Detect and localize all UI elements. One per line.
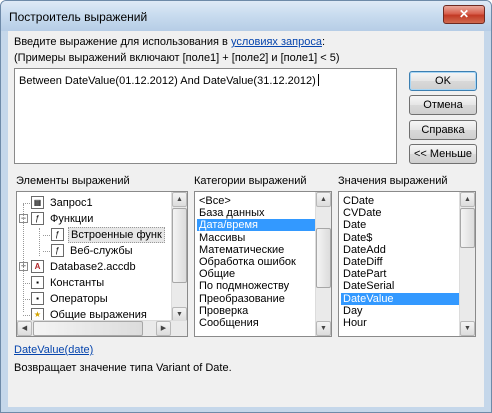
tree-item[interactable]: ▪ Константы bbox=[17, 275, 171, 291]
scroll-right-button[interactable]: ▶ bbox=[156, 321, 171, 336]
tree-connector bbox=[23, 203, 30, 204]
tree-item-label: Константы bbox=[50, 277, 105, 289]
categories-vscrollbar[interactable]: ▲ ▼ bbox=[315, 192, 331, 336]
tree-connector bbox=[23, 204, 24, 312]
scroll-down-button[interactable]: ▼ bbox=[460, 321, 475, 336]
functions-icon: ƒ bbox=[31, 212, 44, 225]
expression-text: Between DateValue(01.12.2012) And DateVa… bbox=[19, 75, 316, 87]
less-button[interactable]: << Меньше bbox=[409, 144, 477, 164]
scroll-thumb[interactable] bbox=[316, 228, 331, 288]
tree-item[interactable]: ƒ Встроенные функ bbox=[17, 227, 171, 243]
categories-list[interactable]: <Все> База данных Дата/время Массивы Математ… bbox=[194, 191, 332, 337]
dialog-client: Введите выражение для использования в ус… bbox=[8, 31, 484, 407]
value-item[interactable]: Day bbox=[341, 305, 459, 317]
tree-item[interactable]: − ƒ Функции bbox=[17, 211, 171, 227]
value-item[interactable]: DateValue bbox=[341, 292, 459, 305]
value-item[interactable]: DatePart bbox=[341, 268, 459, 280]
title-bar[interactable]: Построитель выражений ✕ bbox=[1, 1, 491, 31]
category-item[interactable]: Массивы bbox=[197, 232, 315, 244]
value-item[interactable]: DateSerial bbox=[341, 280, 459, 292]
instruction-line-2: (Примеры выражений включают [поле1] + [п… bbox=[14, 52, 340, 64]
value-item[interactable]: CDate bbox=[341, 195, 459, 207]
tree-item[interactable]: + A Database2.accdb bbox=[17, 259, 171, 275]
category-item[interactable]: Сообщения bbox=[197, 317, 315, 329]
elements-hscrollbar[interactable]: ◀ ▶ bbox=[17, 320, 187, 336]
tree-connector bbox=[23, 315, 30, 316]
instruction-prefix: Введите выражение для использования в bbox=[14, 36, 231, 48]
tree-item-label: Database2.accdb bbox=[50, 261, 136, 273]
help-button[interactable]: Справка bbox=[409, 120, 477, 140]
expression-input[interactable]: Between DateValue(01.12.2012) And DateVa… bbox=[14, 68, 397, 164]
category-item[interactable]: По подмножеству bbox=[197, 280, 315, 292]
tree-connector bbox=[23, 283, 30, 284]
tree-item[interactable]: ▪ Операторы bbox=[17, 291, 171, 307]
value-item[interactable]: CVDate bbox=[341, 207, 459, 219]
value-item[interactable]: DateAdd bbox=[341, 244, 459, 256]
elements-vscrollbar[interactable]: ▲ ▼ bbox=[171, 192, 187, 322]
tree-item-label: Встроенные функ bbox=[68, 227, 165, 243]
scroll-thumb[interactable] bbox=[460, 208, 475, 248]
tree-connector bbox=[39, 228, 40, 256]
operators-icon: ▪ bbox=[31, 292, 44, 305]
tree-connector bbox=[23, 299, 30, 300]
scroll-thumb[interactable] bbox=[172, 208, 187, 283]
values-label: Значения выражений bbox=[338, 175, 448, 187]
function-syntax-link[interactable]: DateValue(date) bbox=[14, 344, 93, 356]
function-fx-icon: ƒ bbox=[51, 244, 64, 257]
category-item[interactable]: Проверка bbox=[197, 305, 315, 317]
category-item[interactable]: Дата/время bbox=[197, 219, 315, 232]
tree-item-label: Запрос1 bbox=[50, 197, 93, 209]
tree-item[interactable]: ƒ Веб-службы bbox=[17, 243, 171, 259]
function-fx-icon: ƒ bbox=[51, 228, 64, 241]
tree-item-label: Функции bbox=[50, 213, 94, 225]
database-icon: A bbox=[31, 260, 44, 273]
value-item[interactable]: DateDiff bbox=[341, 256, 459, 268]
categories-label: Категории выражений bbox=[194, 175, 307, 187]
value-item[interactable]: Date$ bbox=[341, 232, 459, 244]
tree-item[interactable]: ▦ Запрос1 bbox=[17, 195, 171, 211]
category-item[interactable]: Преобразование bbox=[197, 293, 315, 305]
value-item[interactable]: Date bbox=[341, 219, 459, 231]
cancel-button[interactable]: Отмена bbox=[409, 95, 477, 115]
expression-builder-window: Построитель выражений ✕ Введите выражени… bbox=[0, 0, 492, 413]
values-list[interactable]: CDate CVDate Date Date$ DateAdd DateDiff DateP… bbox=[338, 191, 476, 337]
instruction-suffix: : bbox=[321, 36, 326, 48]
category-item[interactable]: База данных bbox=[197, 207, 315, 219]
category-item[interactable]: Обработка ошибок bbox=[197, 256, 315, 268]
category-item[interactable]: Общие bbox=[197, 268, 315, 280]
query-criteria-link[interactable]: условиях запроса bbox=[231, 36, 322, 48]
value-item[interactable]: Hour bbox=[341, 317, 459, 329]
tree-item-label: Операторы bbox=[50, 293, 108, 305]
query-icon: ▦ bbox=[31, 196, 44, 209]
ok-button[interactable]: OK bbox=[409, 71, 477, 91]
scroll-up-button[interactable]: ▲ bbox=[172, 192, 187, 207]
tree-connector bbox=[43, 235, 50, 236]
tree-item-label: Веб-службы bbox=[70, 245, 133, 257]
elements-tree[interactable]: ▦ Запрос1− ƒ Функции ƒ Встроенные функ ƒ Веб-сл… bbox=[16, 191, 188, 337]
scroll-down-button[interactable]: ▼ bbox=[316, 321, 331, 336]
category-item[interactable]: <Все> bbox=[197, 195, 315, 207]
elements-label: Элементы выражений bbox=[16, 175, 130, 187]
close-button[interactable]: ✕ bbox=[443, 5, 485, 24]
instruction-line-1: Введите выражение для использования в ус… bbox=[14, 36, 325, 48]
function-description: Возвращает значение типа Variant of Date… bbox=[14, 362, 232, 374]
values-vscrollbar[interactable]: ▲ ▼ bbox=[459, 192, 475, 336]
scroll-up-button[interactable]: ▲ bbox=[316, 192, 331, 207]
scroll-up-button[interactable]: ▲ bbox=[460, 192, 475, 207]
constants-icon: ▪ bbox=[31, 276, 44, 289]
text-caret bbox=[317, 74, 319, 86]
hscroll-thumb[interactable] bbox=[33, 321, 143, 336]
tree-connector bbox=[43, 251, 50, 252]
category-item[interactable]: Математические bbox=[197, 244, 315, 256]
window-title: Построитель выражений bbox=[9, 10, 148, 24]
scroll-left-button[interactable]: ◀ bbox=[17, 321, 32, 336]
